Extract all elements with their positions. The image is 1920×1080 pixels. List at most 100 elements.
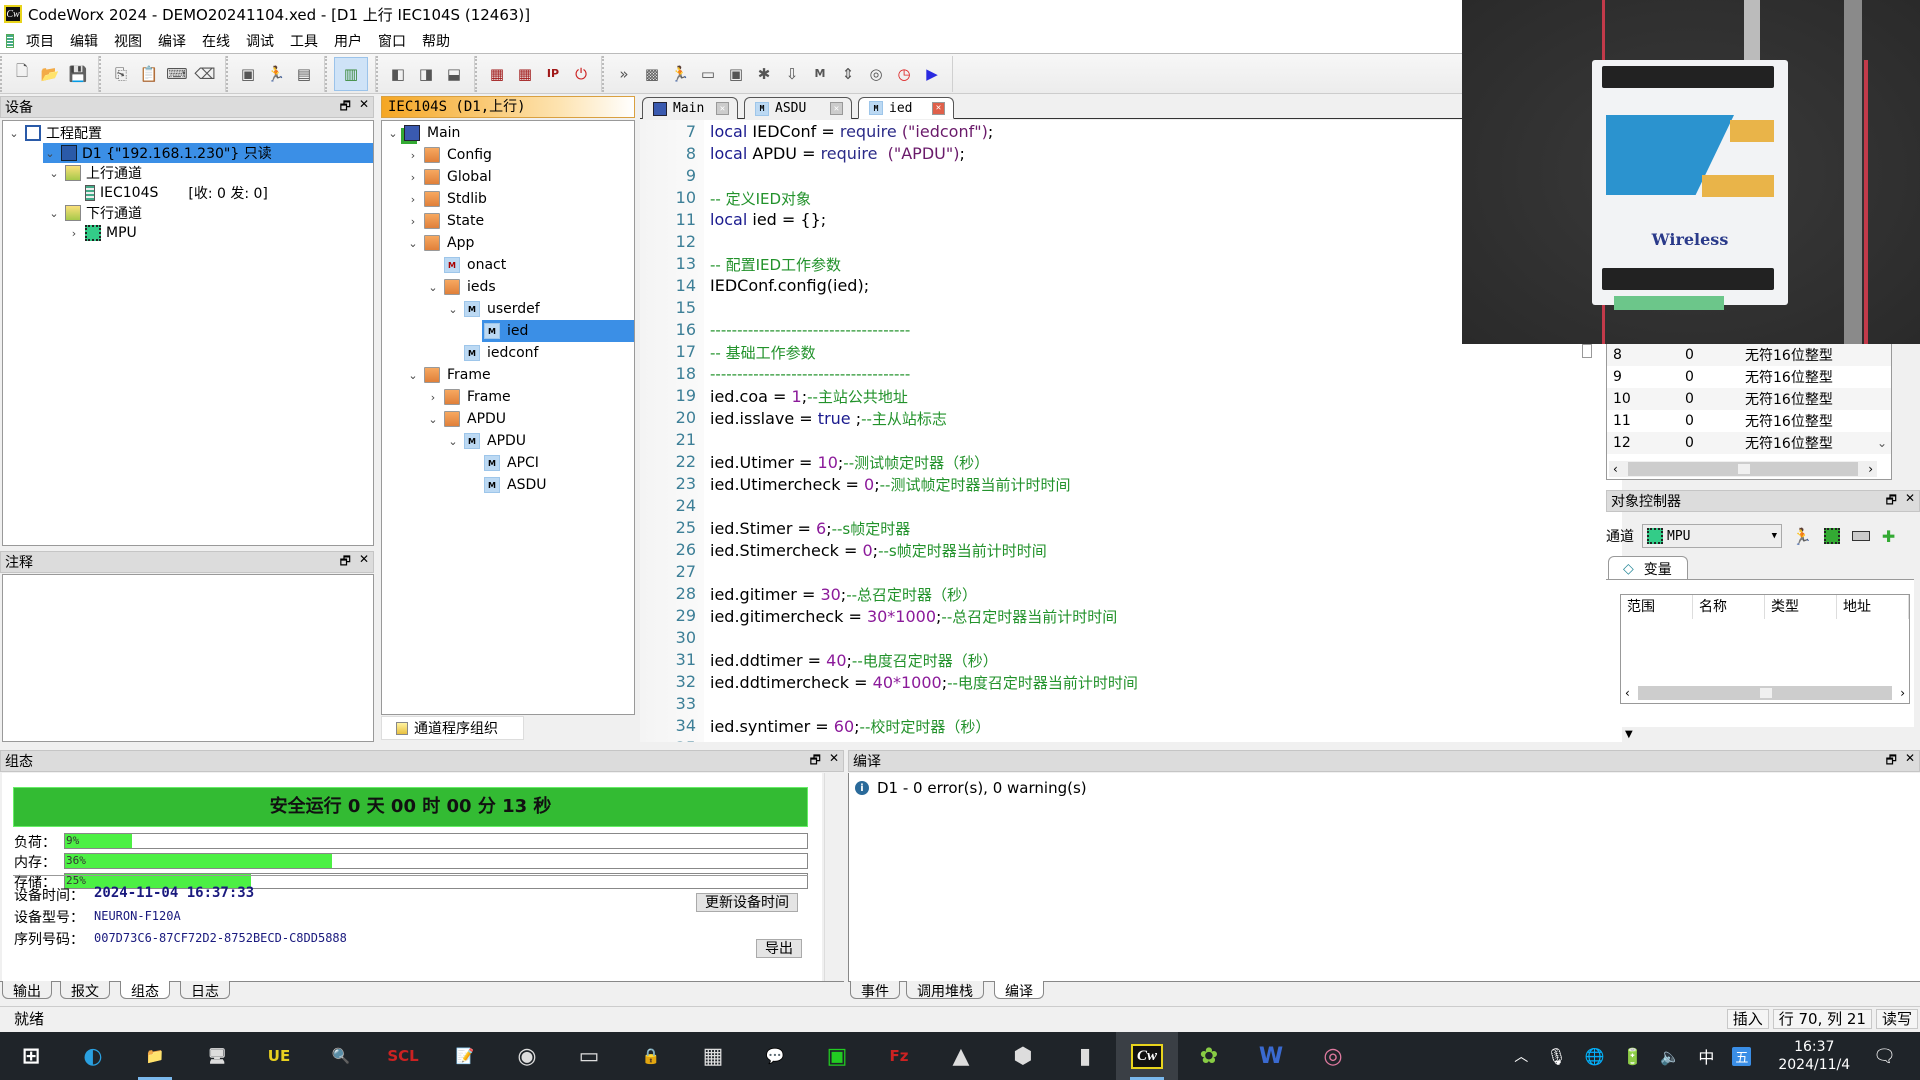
- layout-right-icon[interactable]: ◨: [413, 61, 439, 87]
- chevron-down-icon[interactable]: ⌄: [446, 303, 460, 316]
- close-pane-icon[interactable]: ✕: [359, 552, 369, 573]
- copy-icon[interactable]: ⎘: [108, 61, 134, 87]
- code-line[interactable]: local ied = {};: [710, 210, 826, 229]
- chevron-right-icon[interactable]: ›: [426, 391, 440, 404]
- edge-icon[interactable]: ◐: [62, 1032, 124, 1080]
- code-line[interactable]: -- 基础工作参数: [710, 342, 816, 363]
- code-line[interactable]: ied.gitimercheck = 30*1000;--总召定时器当前计时时间: [710, 606, 1117, 627]
- notification-icon[interactable]: 🗨: [1873, 1046, 1896, 1067]
- program-tree-item[interactable]: › State: [382, 210, 634, 232]
- archive-app-icon[interactable]: ▮: [1054, 1032, 1116, 1080]
- memory-icon[interactable]: [1851, 531, 1870, 541]
- expert-icon[interactable]: ▣: [806, 1032, 868, 1080]
- code-line[interactable]: ied.Utimercheck = 0;--测试帧定时器当前计时时间: [710, 474, 1070, 495]
- code-line[interactable]: ied.ddtimercheck = 40*1000;--电度召定时器当前计时时…: [710, 672, 1138, 693]
- float-pane-icon[interactable]: 🗗: [340, 552, 351, 573]
- scroll-down-icon[interactable]: ▼: [1625, 729, 1633, 740]
- new-file-icon[interactable]: 🗋: [9, 61, 35, 87]
- device-connect-icon[interactable]: ▦: [484, 61, 510, 87]
- close-pane-icon[interactable]: ✕: [359, 97, 369, 118]
- register-row[interactable]: 9 0 无符16位整型: [1607, 366, 1891, 388]
- start-icon[interactable]: ⊞: [0, 1032, 62, 1080]
- code-line[interactable]: ied.coa = 1;--主站公共地址: [710, 386, 908, 407]
- layout-left-icon[interactable]: ◧: [385, 61, 411, 87]
- menu-user[interactable]: 用户: [326, 31, 370, 51]
- control-panel-icon[interactable]: 🖥: [186, 1032, 248, 1080]
- program-tree-item[interactable]: ⌄ Main: [382, 122, 634, 144]
- watch-icon[interactable]: ◎: [863, 61, 889, 87]
- triangle-app-icon[interactable]: ▲: [930, 1032, 992, 1080]
- code-line[interactable]: local APDU = require ("APDU");: [710, 144, 965, 163]
- chevron-down-icon[interactable]: ⌄: [406, 237, 420, 250]
- step-icon[interactable]: ⇕: [835, 61, 861, 87]
- close-tab-icon[interactable]: ✕: [932, 101, 945, 115]
- calculator-icon[interactable]: ▦: [682, 1032, 744, 1080]
- expand-icon[interactable]: »: [611, 61, 637, 87]
- ime-language[interactable]: 中: [1698, 1044, 1714, 1068]
- save-icon[interactable]: 💾: [65, 61, 91, 87]
- splitter-handle[interactable]: [1582, 344, 1592, 358]
- chevron-right-icon[interactable]: ›: [406, 215, 420, 228]
- cube-app-icon[interactable]: ⬢: [992, 1032, 1054, 1080]
- file-explorer-icon[interactable]: 📁: [124, 1032, 186, 1080]
- code-line[interactable]: ied.Stimercheck = 0;--s帧定时器当前计时时间: [710, 540, 1047, 561]
- code-line[interactable]: IEDConf.config(ied);: [710, 276, 869, 295]
- menu-compile[interactable]: 编译: [150, 31, 194, 51]
- media-icon[interactable]: ◉: [496, 1032, 558, 1080]
- ip-config-icon[interactable]: IP: [540, 61, 566, 87]
- editor-tab-ied[interactable]: Mied ✕: [858, 97, 954, 119]
- run-icon[interactable]: 🏃: [1792, 527, 1812, 546]
- channel-select[interactable]: MPU ▼: [1642, 524, 1782, 548]
- layout-bottom-icon[interactable]: ⬓: [441, 61, 467, 87]
- chevron-down-icon[interactable]: ⌄: [406, 369, 420, 382]
- tab-variables[interactable]: ◇ 变量: [1608, 556, 1688, 580]
- ultraedit-icon[interactable]: UE: [248, 1032, 310, 1080]
- program-tree-item[interactable]: Miedconf: [382, 342, 634, 364]
- bottom-tab[interactable]: 事件: [850, 981, 900, 1000]
- microphone-icon[interactable]: 🎙: [1546, 1047, 1566, 1066]
- float-pane-icon[interactable]: 🗗: [810, 751, 821, 772]
- variables-column-header[interactable]: 类型: [1765, 595, 1837, 619]
- chevron-right-icon[interactable]: ›: [406, 149, 420, 162]
- status-vscrollbar[interactable]: [824, 773, 844, 981]
- code-line[interactable]: ied.ddtimer = 40;--电度召定时器（秒）: [710, 650, 998, 671]
- close-pane-icon[interactable]: ✕: [1905, 751, 1915, 772]
- code-line[interactable]: ied.Stimer = 6;--s帧定时器: [710, 518, 910, 539]
- chevron-down-icon[interactable]: ⌄: [386, 127, 400, 140]
- scroll-left-icon[interactable]: ‹: [1625, 686, 1630, 700]
- code-line[interactable]: ied.Utimer = 10;--测试帧定时器（秒）: [710, 452, 989, 473]
- variables-hscrollbar[interactable]: ‹ ›: [1623, 685, 1907, 701]
- scan-tool-icon[interactable]: 🔍: [310, 1032, 372, 1080]
- clock-icon[interactable]: ◷: [891, 61, 917, 87]
- bottom-tab[interactable]: 报文: [60, 981, 110, 1000]
- float-pane-icon[interactable]: 🗗: [1886, 491, 1897, 512]
- chevron-down-icon[interactable]: ⌄: [446, 435, 460, 448]
- float-pane-icon[interactable]: 🗗: [340, 97, 351, 118]
- compile-message[interactable]: i D1 - 0 error(s), 0 warning(s): [855, 779, 1087, 797]
- bottom-tab[interactable]: 调用堆栈: [906, 981, 984, 1000]
- code-line[interactable]: -------------------------------------: [710, 364, 910, 383]
- monitor-icon[interactable]: ▭: [558, 1032, 620, 1080]
- float-pane-icon[interactable]: 🗗: [1886, 751, 1897, 772]
- scroll-right-icon[interactable]: ›: [1900, 686, 1905, 700]
- battery-icon[interactable]: 🔋: [1622, 1047, 1642, 1066]
- menu-view[interactable]: 视图: [106, 31, 150, 51]
- variables-column-header[interactable]: 范围: [1621, 595, 1693, 619]
- editor-tab-main[interactable]: Main ✕: [642, 97, 738, 119]
- notepad-plus-icon[interactable]: 📝: [434, 1032, 496, 1080]
- program-tree-item[interactable]: ⌄ APDU: [382, 408, 634, 430]
- code-line[interactable]: -- 配置IED工作参数: [710, 254, 841, 275]
- keyboard-delete-icon[interactable]: ⌫: [192, 61, 218, 87]
- variables-column-header[interactable]: 名称: [1693, 595, 1765, 619]
- variables-column-header[interactable]: 地址: [1837, 595, 1909, 619]
- menu-debug[interactable]: 调试: [238, 31, 282, 51]
- keyboard-icon[interactable]: ⌨: [164, 61, 190, 87]
- bottom-tab[interactable]: 编译: [994, 981, 1044, 1000]
- close-pane-icon[interactable]: ✕: [829, 751, 839, 772]
- program-tree-item[interactable]: M ASDU: [382, 474, 634, 496]
- register-row[interactable]: 12 0 无符16位整型: [1607, 432, 1891, 454]
- chevron-down-icon[interactable]: ⌄: [47, 207, 61, 220]
- ime-mode[interactable]: 五: [1732, 1046, 1752, 1066]
- module-icon[interactable]: ▤: [291, 61, 317, 87]
- lock-app-icon[interactable]: 🔒: [620, 1032, 682, 1080]
